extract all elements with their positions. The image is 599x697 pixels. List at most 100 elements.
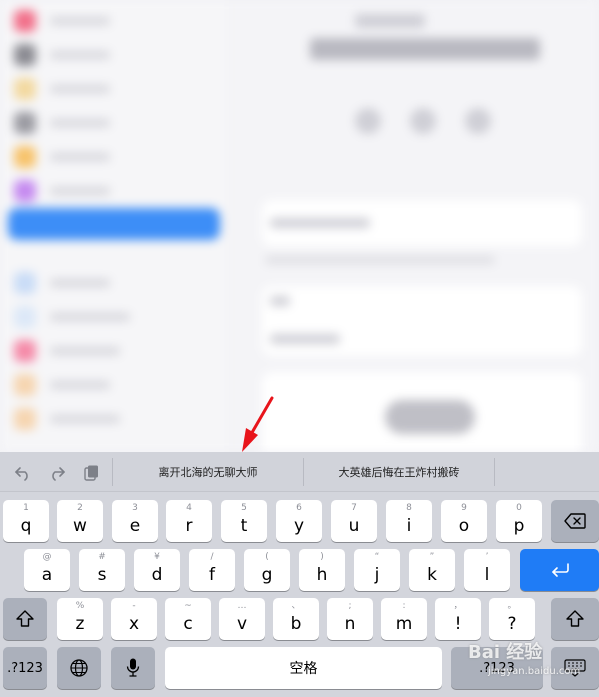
- suggestion-1[interactable]: 离开北海的无聊大师: [113, 452, 303, 492]
- key-q[interactable]: 1q: [3, 500, 49, 542]
- key-x[interactable]: -x: [111, 598, 157, 640]
- key-main-label: b: [290, 614, 302, 634]
- key-main-label: j: [374, 565, 380, 585]
- key-main-label: u: [348, 516, 360, 536]
- key-sub-label: 3: [132, 503, 138, 513]
- key-main-label: k: [427, 565, 437, 585]
- key-y[interactable]: 6y: [276, 500, 322, 542]
- key-main-label: e: [129, 516, 141, 536]
- key-main-label: !: [454, 614, 462, 634]
- key-main-label: p: [513, 516, 525, 536]
- key-sub-label: -: [132, 601, 136, 611]
- clipboard-icon[interactable]: [78, 460, 104, 486]
- globe-icon: [70, 659, 88, 677]
- key-main-label: t: [240, 516, 248, 536]
- suggestion-2[interactable]: 大英雄后悔在王炸村搬砖: [304, 452, 494, 492]
- key-sub-label: ¥: [154, 552, 160, 562]
- key-sub-label: “: [374, 552, 380, 562]
- key-sub-label: 9: [461, 503, 467, 513]
- key-w[interactable]: 2w: [57, 500, 103, 542]
- key-sub-label: 。: [507, 601, 517, 611]
- microphone-icon: [126, 658, 140, 677]
- key-main-label: d: [151, 565, 163, 585]
- key-sub-label: 5: [241, 503, 247, 513]
- key-main-label: ?: [507, 614, 517, 634]
- key-sub-label: #: [98, 552, 106, 562]
- key-n[interactable]: ; n: [327, 598, 373, 640]
- key-label: .?123: [7, 660, 43, 676]
- key-main-label: s: [97, 565, 107, 585]
- key-sub-label: 6: [296, 503, 302, 513]
- key-sub-label: ): [320, 552, 324, 562]
- key-sub-label: %: [75, 601, 85, 611]
- backspace-icon: [564, 513, 586, 529]
- shift-arrow-icon: [16, 610, 34, 627]
- key-sub-label: ，: [453, 601, 463, 611]
- watermark-text: Bai 经验: [468, 642, 543, 663]
- key-main-label: g: [261, 565, 273, 585]
- key-main-label: w: [73, 516, 87, 536]
- key-sub-label: 8: [406, 503, 412, 513]
- return-arrow-icon: [551, 563, 569, 577]
- key-r[interactable]: 4r: [166, 500, 212, 542]
- key-t[interactable]: 5t: [221, 500, 267, 542]
- shift-arrow-icon: [566, 610, 584, 627]
- watermark: Bai 经验 jingyan.baidu.com: [468, 638, 588, 682]
- key-f[interactable]: / f: [189, 549, 235, 591]
- return-key[interactable]: [520, 549, 599, 591]
- key-o[interactable]: 9o: [441, 500, 487, 542]
- key-main-label: r: [185, 516, 193, 536]
- key-main-label: f: [209, 565, 215, 585]
- key-sub-label: 0: [516, 503, 522, 513]
- key-sub-label: …: [237, 601, 247, 611]
- key-main-label: l: [484, 565, 490, 585]
- undo-arrow-icon[interactable]: [10, 460, 36, 486]
- key-p[interactable]: 0p: [496, 500, 542, 542]
- key-label: 空格: [289, 661, 318, 677]
- watermark-url: jingyan.baidu.com: [488, 666, 581, 677]
- key-h[interactable]: ) h: [299, 549, 345, 591]
- key-main-label: z: [75, 614, 85, 634]
- key-u[interactable]: 7u: [331, 500, 377, 542]
- key-m[interactable]: :m: [381, 598, 427, 640]
- key-main-label: v: [236, 614, 248, 634]
- shift-key-left[interactable]: [3, 598, 47, 640]
- key-sub-label: (: [265, 552, 269, 562]
- key-a[interactable]: @ a: [24, 549, 70, 591]
- key-i[interactable]: 8i: [386, 500, 432, 542]
- delete-key[interactable]: [551, 500, 599, 542]
- key-d[interactable]: ¥ d: [134, 549, 180, 591]
- key-s[interactable]: # s: [79, 549, 125, 591]
- toolbar-divider: [494, 458, 495, 486]
- key-sub-label: ~: [184, 601, 192, 611]
- key-z[interactable]: % z: [57, 598, 103, 640]
- globe-key[interactable]: [57, 647, 101, 689]
- key-main-label: o: [458, 516, 470, 536]
- key-exclamation[interactable]: ，!: [435, 598, 481, 640]
- key-c[interactable]: ~ c: [165, 598, 211, 640]
- key-g[interactable]: (g: [244, 549, 290, 591]
- key-question[interactable]: 。?: [489, 598, 535, 640]
- redo-arrow-icon[interactable]: [44, 460, 70, 486]
- shift-key-right[interactable]: [551, 598, 599, 640]
- key-sub-label: ”: [429, 552, 435, 562]
- key-v[interactable]: … v: [219, 598, 265, 640]
- key-main-label: h: [316, 565, 328, 585]
- key-sub-label: :: [402, 601, 406, 611]
- key-k[interactable]: ” k: [409, 549, 455, 591]
- key-l[interactable]: ’ l: [464, 549, 510, 591]
- key-b[interactable]: 、 b: [273, 598, 319, 640]
- key-main-label: x: [128, 614, 140, 634]
- numbers-key-left[interactable]: .?123: [3, 647, 47, 689]
- key-sub-label: 2: [77, 503, 83, 513]
- key-sub-label: 、: [291, 601, 301, 611]
- microphone-key[interactable]: [111, 647, 155, 689]
- key-sub-label: 1: [23, 503, 29, 513]
- key-e[interactable]: 3e: [112, 500, 158, 542]
- key-sub-label: 7: [351, 503, 357, 513]
- key-j[interactable]: “j: [354, 549, 400, 591]
- key-sub-label: 4: [186, 503, 192, 513]
- key-sub-label: ;: [348, 601, 352, 611]
- key-main-label: a: [41, 565, 53, 585]
- space-key[interactable]: 空格: [165, 647, 442, 689]
